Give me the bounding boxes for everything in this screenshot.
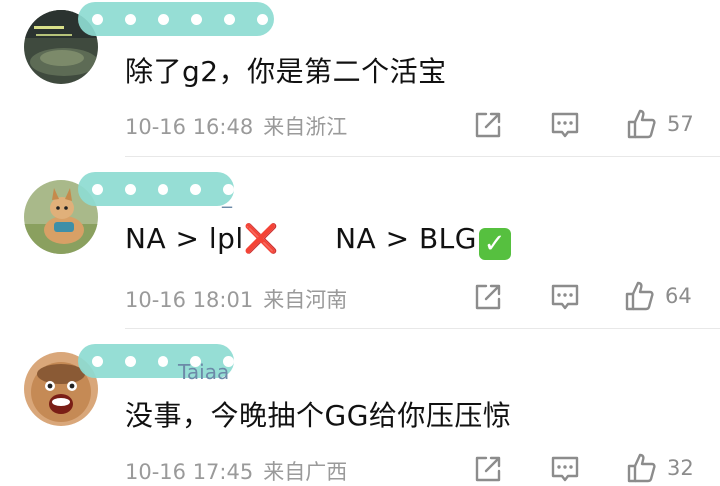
divider xyxy=(125,156,720,157)
mask-dots xyxy=(78,172,234,206)
comment-feed: 除了g2，你是第二个活宝 10-16 16:48 来自浙江 57 _ NA > … xyxy=(0,0,720,486)
like-count: 57 xyxy=(667,112,694,136)
like-button[interactable]: 64 xyxy=(623,280,692,312)
comment-location: 来自河南 xyxy=(263,288,348,312)
divider xyxy=(125,328,720,329)
comment-time: 10-16 17:45 xyxy=(125,460,254,484)
comment-icon xyxy=(551,456,579,482)
reply-button[interactable] xyxy=(550,282,580,312)
comment-item: Taiaa 没事，今晚抽个GG给你压压惊 10-16 17:45 来自广西 32 xyxy=(0,340,720,486)
username[interactable]: Taiaa xyxy=(178,360,229,384)
comment-meta: 10-16 16:48 来自浙江 xyxy=(125,111,347,141)
share-icon xyxy=(475,284,501,310)
reply-button[interactable] xyxy=(550,454,580,484)
share-icon xyxy=(475,112,501,138)
share-button[interactable] xyxy=(473,282,503,312)
comment-meta: 10-16 17:45 来自广西 xyxy=(125,456,347,486)
comment-time: 10-16 16:48 xyxy=(125,115,254,139)
thumbs-up-icon xyxy=(627,109,656,139)
share-button[interactable] xyxy=(473,454,503,484)
like-button[interactable]: 57 xyxy=(625,108,694,140)
comment-location: 来自广西 xyxy=(263,460,348,484)
comment-meta: 10-16 18:01 来自河南 xyxy=(125,284,347,314)
username-mask xyxy=(78,172,234,206)
comment-location: 来自浙江 xyxy=(263,115,348,139)
comment-item: 除了g2，你是第二个活宝 10-16 16:48 来自浙江 57 xyxy=(0,0,720,170)
like-count: 64 xyxy=(665,284,692,308)
username[interactable]: _ xyxy=(222,184,232,208)
like-count: 32 xyxy=(667,456,694,480)
reply-button[interactable] xyxy=(550,110,580,140)
like-button[interactable]: 32 xyxy=(625,452,694,484)
comment-icon xyxy=(551,112,579,138)
comment-time: 10-16 18:01 xyxy=(125,288,254,312)
share-icon xyxy=(475,456,501,482)
thumbs-up-icon xyxy=(627,453,656,483)
check-mark-icon: ✓ xyxy=(478,228,511,260)
comment-text-part-b: NA > BLG xyxy=(335,222,477,255)
mask-dots xyxy=(78,2,274,36)
username-mask xyxy=(78,2,274,36)
comment-text: 没事，今晚抽个GG给你压压惊 xyxy=(125,399,512,432)
comment-text: NA > lpl❌ NA > BLG ✓ xyxy=(125,222,511,260)
cross-mark-icon: ❌ xyxy=(243,222,280,255)
comment-text: 除了g2，你是第二个活宝 xyxy=(125,55,447,88)
thumbs-up-icon xyxy=(625,281,654,311)
comment-text-part-a: NA > lpl xyxy=(125,222,244,255)
comment-item: _ NA > lpl❌ NA > BLG✓ 10-16 18:01 来自河南 xyxy=(0,170,720,340)
comment-icon xyxy=(551,284,579,310)
share-button[interactable] xyxy=(473,110,503,140)
